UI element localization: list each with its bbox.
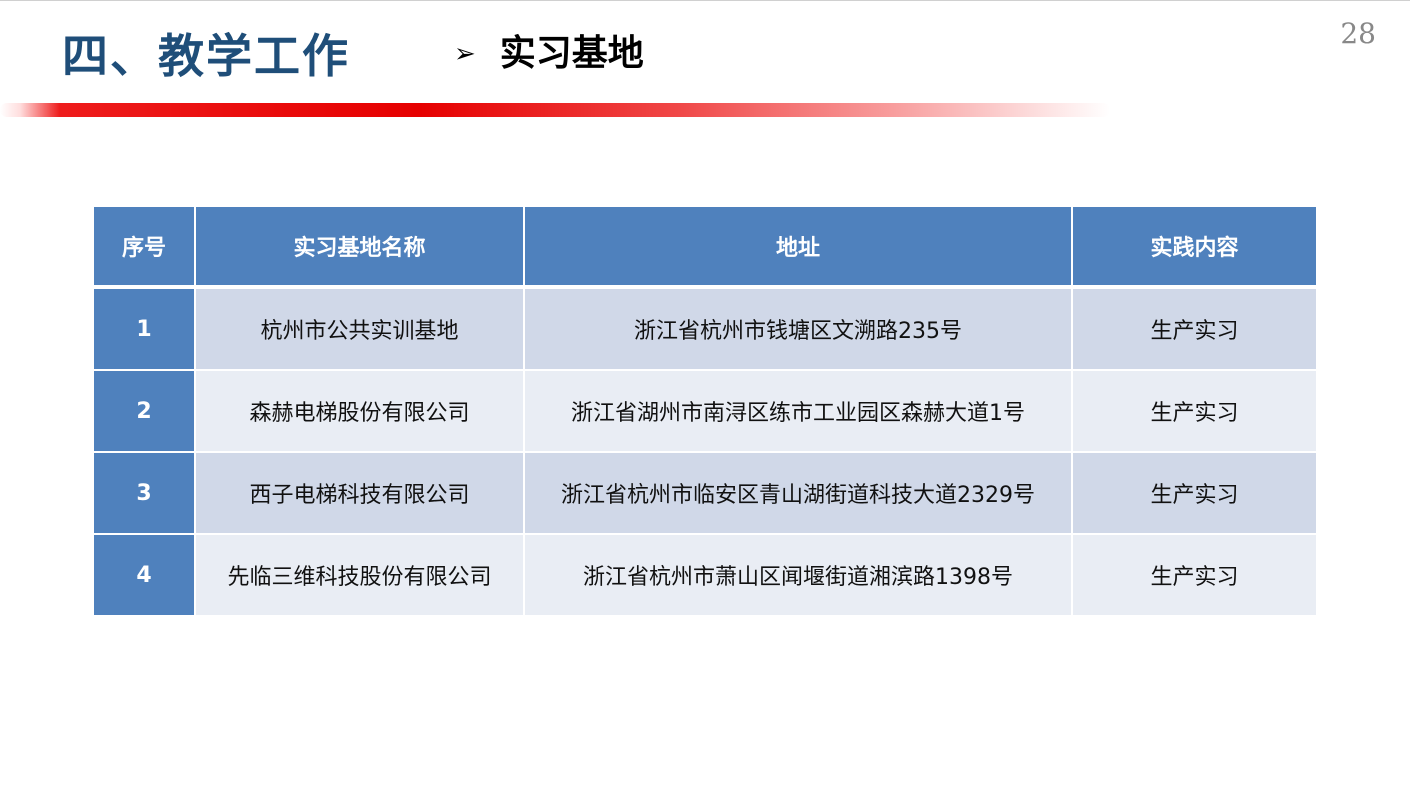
table-header-row: 序号 实习基地名称 地址 实践内容 bbox=[94, 207, 1316, 289]
cell-name: 西子电梯科技有限公司 bbox=[195, 452, 525, 535]
cell-content: 生产实习 bbox=[1072, 534, 1316, 615]
header-seq: 序号 bbox=[94, 207, 196, 289]
header-name: 实习基地名称 bbox=[195, 207, 525, 289]
cell-address: 浙江省湖州市南浔区练市工业园区森赫大道1号 bbox=[524, 370, 1073, 453]
table-row: 4 先临三维科技股份有限公司 浙江省杭州市萧山区闻堰街道湘滨路1398号 生产实… bbox=[94, 534, 1316, 615]
red-accent-bar bbox=[0, 103, 1110, 117]
section-title: 四、教学工作 bbox=[62, 29, 350, 83]
cell-seq: 4 bbox=[94, 534, 196, 615]
page-number: 28 bbox=[1340, 17, 1376, 50]
cell-content: 生产实习 bbox=[1072, 370, 1316, 453]
top-border-line bbox=[0, 0, 1410, 1]
cell-name: 先临三维科技股份有限公司 bbox=[195, 534, 525, 615]
header-content: 实践内容 bbox=[1072, 207, 1316, 289]
cell-name: 杭州市公共实训基地 bbox=[195, 287, 525, 371]
sub-heading: ➢ 实习基地 bbox=[454, 26, 644, 82]
internship-base-table: 序号 实习基地名称 地址 实践内容 1 杭州市公共实训基地 浙江省杭州市钱塘区文… bbox=[94, 207, 1316, 615]
cell-seq: 1 bbox=[94, 287, 196, 371]
table-row: 2 森赫电梯股份有限公司 浙江省湖州市南浔区练市工业园区森赫大道1号 生产实习 bbox=[94, 370, 1316, 453]
cell-content: 生产实习 bbox=[1072, 452, 1316, 535]
arrow-bullet-icon: ➢ bbox=[454, 39, 476, 69]
cell-seq: 3 bbox=[94, 452, 196, 535]
header-address: 地址 bbox=[524, 207, 1073, 289]
cell-address: 浙江省杭州市钱塘区文溯路235号 bbox=[524, 287, 1073, 371]
table-row: 3 西子电梯科技有限公司 浙江省杭州市临安区青山湖街道科技大道2329号 生产实… bbox=[94, 452, 1316, 535]
cell-address: 浙江省杭州市萧山区闻堰街道湘滨路1398号 bbox=[524, 534, 1073, 615]
cell-seq: 2 bbox=[94, 370, 196, 453]
sub-title: 实习基地 bbox=[499, 33, 644, 74]
cell-content: 生产实习 bbox=[1072, 287, 1316, 371]
cell-name: 森赫电梯股份有限公司 bbox=[195, 370, 525, 453]
cell-address: 浙江省杭州市临安区青山湖街道科技大道2329号 bbox=[524, 452, 1073, 535]
table-row: 1 杭州市公共实训基地 浙江省杭州市钱塘区文溯路235号 生产实习 bbox=[94, 287, 1316, 371]
table: 序号 实习基地名称 地址 实践内容 1 杭州市公共实训基地 浙江省杭州市钱塘区文… bbox=[94, 207, 1316, 615]
